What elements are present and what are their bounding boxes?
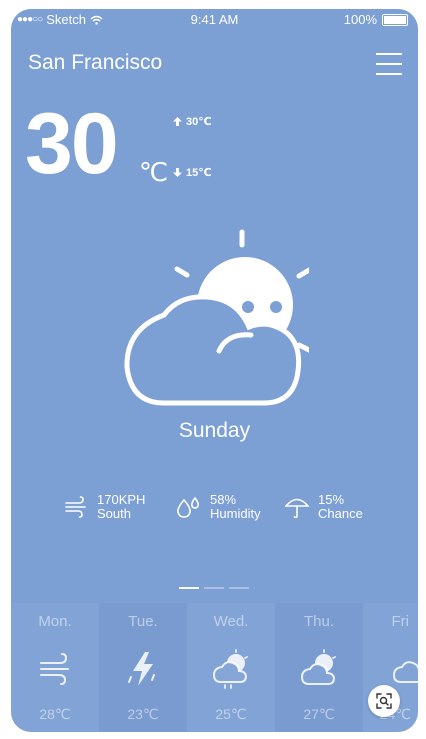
temperature-unit: ℃: [139, 157, 169, 187]
umbrella-icon: [285, 498, 309, 519]
sun-behind-cloud-icon: [124, 229, 309, 406]
cloud-icon: [392, 661, 418, 683]
forecast-day-label: Thu.: [303, 613, 334, 630]
forecast-temp: 27℃: [303, 706, 335, 722]
forecast-day-thu[interactable]: Thu. 27℃: [275, 603, 363, 732]
partly-cloudy-rain-icon: [212, 649, 248, 689]
rain-chance-detail: 15% Chance: [285, 493, 363, 521]
low-temp-value: 15℃: [186, 167, 212, 179]
zoom-lens-icon: [376, 693, 392, 709]
humidity-value: 58%: [210, 492, 237, 507]
forecast-day-label: Wed.: [213, 613, 249, 630]
city-name: San Francisco: [28, 51, 163, 74]
page-indicator: [179, 587, 249, 589]
wind-icon: [65, 496, 86, 518]
partly-cloudy-icon: [300, 649, 336, 685]
battery-icon: [382, 13, 408, 26]
arrow-up-icon: [173, 117, 182, 126]
wind-direction: South: [97, 506, 131, 521]
current-day: Sunday: [178, 419, 251, 442]
status-bar: ●●●○○ Sketch 9:41 AM 100%: [11, 9, 418, 31]
page-dot-1[interactable]: [179, 587, 199, 589]
forecast-temp: 25℃: [215, 706, 247, 722]
zoom-lens-button[interactable]: [368, 685, 400, 717]
forecast-day-tue[interactable]: Tue. 23℃: [99, 603, 187, 732]
rain-chance-value: 15%: [318, 492, 345, 507]
storm-icon: [128, 652, 155, 686]
forecast-day-label: Fri: [391, 613, 410, 630]
battery-percent: 100%: [343, 12, 377, 27]
low-temperature: 15℃: [173, 166, 212, 179]
rain-chance-label: Chance: [318, 506, 363, 521]
forecast-temp: 28℃: [39, 706, 71, 722]
forecast-temp: 23℃: [127, 706, 159, 722]
high-temp-value: 30℃: [186, 116, 212, 128]
battery-group: 100%: [344, 12, 408, 27]
forecast-day-label: Mon.: [38, 613, 72, 630]
weather-details: 170KPH South 58% Humidity 15% Chance: [11, 493, 418, 523]
wind-speed: 170KPH: [97, 492, 146, 507]
forecast-day-label: Tue.: [128, 613, 158, 630]
current-temperature: 30: [25, 96, 119, 192]
high-temperature: 30℃: [173, 115, 212, 128]
hamburger-icon[interactable]: [376, 53, 402, 75]
humidity-detail: 58% Humidity: [176, 493, 261, 521]
drops-icon: [177, 496, 199, 518]
weather-screen: ●●●○○ Sketch 9:41 AM 100% San Francisco …: [11, 9, 418, 732]
forecast-strip[interactable]: Mon. 28℃ Tue. 23℃ Wed. 25℃ Thu. 27℃ Fri …: [11, 603, 418, 732]
arrow-down-icon: [173, 168, 182, 177]
page-dot-3[interactable]: [229, 587, 249, 589]
humidity-label: Humidity: [210, 506, 261, 521]
forecast-day-wed[interactable]: Wed. 25℃: [187, 603, 275, 732]
forecast-day-mon[interactable]: Mon. 28℃: [11, 603, 99, 732]
wind-icon: [40, 653, 69, 685]
page-dot-2[interactable]: [204, 587, 224, 589]
wind-detail: 170KPH South: [64, 493, 145, 521]
